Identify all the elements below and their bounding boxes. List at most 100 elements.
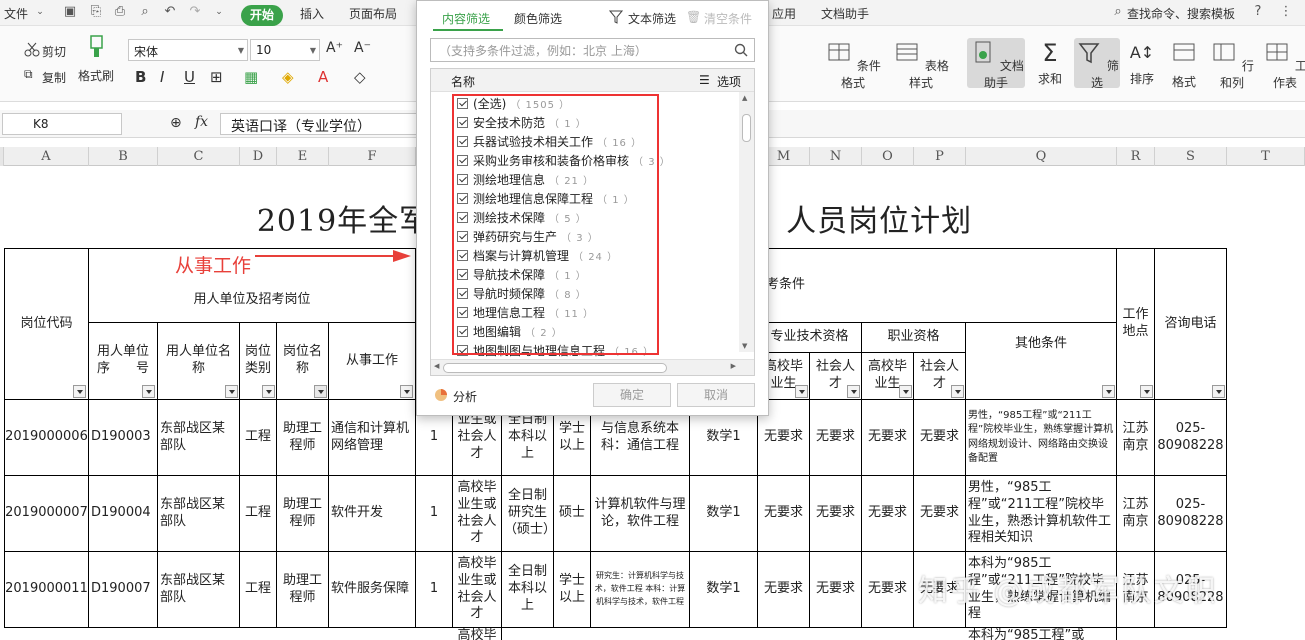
col-header-t[interactable]: T bbox=[1227, 147, 1305, 166]
filter-search-input[interactable]: （支持多条件过滤，例如：北京 上海） bbox=[430, 38, 755, 62]
filter-dropdown-d[interactable] bbox=[262, 385, 275, 398]
more-icon[interactable]: ⌄ bbox=[211, 4, 227, 20]
cell-no[interactable]: D190004 bbox=[89, 476, 158, 552]
col-header-d[interactable]: D bbox=[240, 147, 277, 166]
list-options-button[interactable]: 选项 bbox=[717, 73, 741, 90]
export-icon[interactable]: ⎘ bbox=[88, 4, 104, 20]
filter-item[interactable]: 导航时频保障（ 8 ） bbox=[457, 285, 587, 304]
cell-exam[interactable]: 数学1 bbox=[690, 552, 758, 628]
checkbox-checked-icon[interactable] bbox=[457, 98, 468, 109]
font-name-select[interactable]: 宋体 ▼ bbox=[128, 39, 248, 61]
cell-unit[interactable]: 东部战区某部队 bbox=[158, 400, 240, 476]
bold-button[interactable]: B bbox=[135, 68, 146, 86]
tab-apps[interactable]: 应用 bbox=[772, 5, 796, 22]
cell-loc[interactable]: 江苏南京 bbox=[1117, 476, 1155, 552]
checkbox-checked-icon[interactable] bbox=[457, 117, 468, 128]
cell-exam[interactable]: 数学1 bbox=[690, 476, 758, 552]
col-header-b[interactable]: B bbox=[89, 147, 158, 166]
checkbox-checked-icon[interactable] bbox=[457, 174, 468, 185]
tab-insert[interactable]: 插入 bbox=[300, 5, 324, 22]
col-header-n[interactable]: N bbox=[810, 147, 862, 166]
underline-button[interactable]: U bbox=[184, 68, 195, 86]
preview-icon[interactable]: ⌕ bbox=[137, 4, 153, 20]
col-header-c[interactable]: C bbox=[158, 147, 240, 166]
cell-source[interactable]: 高校毕业生或社会人才 bbox=[453, 552, 502, 628]
cell-work[interactable]: 软件服务保障 bbox=[329, 552, 416, 628]
cell-unit[interactable]: 东部战区某部队 bbox=[158, 552, 240, 628]
filter-dropdown-s[interactable] bbox=[1212, 385, 1225, 398]
filter-item[interactable]: 地理信息工程（ 11 ） bbox=[457, 304, 594, 323]
checkbox-checked-icon[interactable] bbox=[457, 288, 468, 299]
cell-type[interactable]: 工程 bbox=[240, 552, 277, 628]
filter-dropdown-p[interactable] bbox=[951, 385, 964, 398]
filter-dropdown-c[interactable] bbox=[225, 385, 238, 398]
vertical-scroll-thumb[interactable] bbox=[742, 114, 751, 142]
redo-icon[interactable]: ↷ bbox=[187, 4, 203, 20]
filter-item[interactable]: 弹药研究与生产（ 3 ） bbox=[457, 228, 599, 247]
cell-work[interactable]: 通信和计算机网络管理 bbox=[329, 400, 416, 476]
checkbox-checked-icon[interactable] bbox=[457, 307, 468, 318]
cell-o[interactable]: 无要求 bbox=[862, 552, 914, 628]
col-header-p[interactable]: P bbox=[914, 147, 966, 166]
cell-no[interactable]: D190003 bbox=[89, 400, 158, 476]
filter-item[interactable]: 测绘地理信息（ 21 ） bbox=[457, 171, 594, 190]
cell-p[interactable]: 无要求 bbox=[914, 476, 966, 552]
cell-edu[interactable]: 全日制本科以上 bbox=[502, 552, 554, 628]
save-icon[interactable]: ▣ bbox=[62, 4, 78, 20]
filter-dropdown-n[interactable] bbox=[847, 385, 860, 398]
cell-type[interactable]: 工程 bbox=[240, 476, 277, 552]
partial-cell-source[interactable]: 高校毕 bbox=[453, 628, 502, 640]
fx-label[interactable]: fx bbox=[195, 114, 208, 130]
fill-color-icon[interactable]: ◈ bbox=[282, 68, 294, 86]
analyze-button[interactable]: 分析 bbox=[453, 388, 477, 405]
more-options-icon[interactable]: ⋮ bbox=[1278, 4, 1294, 20]
cell-work[interactable]: 软件开发 bbox=[329, 476, 416, 552]
help-icon[interactable]: ? bbox=[1250, 4, 1266, 20]
cell-n[interactable]: 无要求 bbox=[810, 400, 862, 476]
cell-source[interactable]: 高校毕业生或社会人才 bbox=[453, 476, 502, 552]
cell-major[interactable]: 计算机软件与理论，软件工程 bbox=[591, 476, 690, 552]
tab-page-layout[interactable]: 页面布局 bbox=[349, 5, 397, 22]
checkbox-checked-icon[interactable] bbox=[457, 136, 468, 147]
cell-post[interactable]: 助理工程师 bbox=[277, 476, 329, 552]
checkbox-checked-icon[interactable] bbox=[457, 326, 468, 337]
doc-assistant-button[interactable]: 文档助手 bbox=[967, 38, 1025, 90]
font-size-select[interactable]: 10 ▼ bbox=[250, 39, 320, 61]
checkbox-checked-icon[interactable] bbox=[457, 231, 468, 242]
fill-style-icon[interactable]: ▦ bbox=[244, 68, 258, 86]
filter-dropdown-o[interactable] bbox=[899, 385, 912, 398]
col-header-s[interactable]: S bbox=[1155, 147, 1227, 166]
filter-item[interactable]: 兵器试验技术相关工作（ 16 ） bbox=[457, 133, 642, 152]
cell-n[interactable]: 无要求 bbox=[810, 552, 862, 628]
cell-o[interactable]: 无要求 bbox=[862, 400, 914, 476]
tab-doc-assistant[interactable]: 文档助手 bbox=[821, 5, 869, 22]
cell-unit[interactable]: 东部战区某部队 bbox=[158, 476, 240, 552]
cell-n[interactable]: 无要求 bbox=[810, 476, 862, 552]
filter-dropdown-f[interactable] bbox=[400, 385, 413, 398]
italic-button[interactable]: I bbox=[160, 68, 164, 86]
name-box[interactable]: K8 bbox=[2, 113, 122, 135]
cancel-button[interactable]: 取消 bbox=[677, 383, 755, 407]
cell-type[interactable]: 工程 bbox=[240, 400, 277, 476]
filter-dropdown-b[interactable] bbox=[142, 385, 155, 398]
clear-conditions-button[interactable]: 清空条件 bbox=[704, 10, 752, 27]
filter-dropdown-m[interactable] bbox=[795, 385, 808, 398]
zoom-icon[interactable]: ⊕ bbox=[170, 115, 182, 131]
print-icon[interactable]: ⎙ bbox=[112, 4, 128, 20]
col-header-r[interactable]: R bbox=[1117, 147, 1155, 166]
text-filter-button[interactable]: 文本筛选 bbox=[628, 10, 676, 27]
cell-phone[interactable]: 025-80908228 bbox=[1155, 476, 1227, 552]
undo-icon[interactable]: ↶ bbox=[162, 4, 178, 20]
checkbox-checked-icon[interactable] bbox=[457, 193, 468, 204]
checkbox-checked-icon[interactable] bbox=[457, 155, 468, 166]
col-header-q[interactable]: Q bbox=[966, 147, 1117, 166]
checkbox-checked-icon[interactable] bbox=[457, 212, 468, 223]
cell-o[interactable]: 无要求 bbox=[862, 476, 914, 552]
filter-dropdown-r[interactable] bbox=[1140, 385, 1153, 398]
col-header-o[interactable]: O bbox=[862, 147, 914, 166]
cell-edu[interactable]: 全日制研究生（硕士） bbox=[502, 476, 554, 552]
cell-degree[interactable]: 学士以上 bbox=[554, 552, 591, 628]
cut-button[interactable]: 剪切 bbox=[42, 43, 66, 60]
filter-item[interactable]: 测绘地理信息保障工程（ 1 ） bbox=[457, 190, 635, 209]
filter-item-select-all[interactable]: (全选) （ 1505 ） bbox=[457, 95, 570, 114]
